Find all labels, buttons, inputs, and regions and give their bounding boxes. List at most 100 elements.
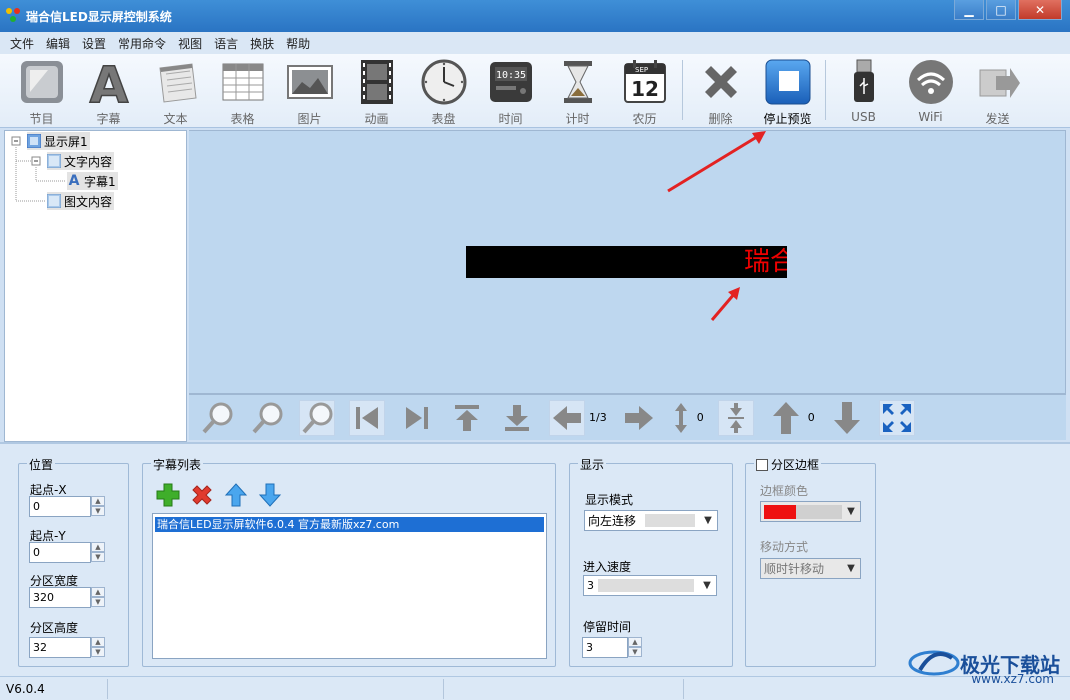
menu-language[interactable]: 语言 bbox=[214, 35, 238, 52]
zoom-fit-icon bbox=[302, 402, 333, 433]
zoom-fit-button[interactable] bbox=[299, 399, 335, 436]
move-top-button[interactable] bbox=[449, 400, 485, 436]
clock-dial-label: 表盘 bbox=[431, 112, 456, 126]
minimize-button[interactable]: ▁ bbox=[954, 0, 984, 20]
spin-down-icon[interactable]: ▼ bbox=[91, 552, 105, 562]
move-down-button[interactable] bbox=[829, 400, 865, 436]
tree-node-image-text[interactable]: 图文内容 bbox=[47, 192, 115, 210]
vertical-compress-button[interactable] bbox=[717, 399, 754, 436]
hourglass-button[interactable]: 计时 bbox=[544, 54, 611, 128]
menu-file[interactable]: 文件 bbox=[10, 35, 34, 52]
chevron-down-icon[interactable]: ▼ bbox=[842, 502, 860, 521]
border-color-select[interactable]: ▼ bbox=[760, 501, 861, 522]
height-label: 分区高度 bbox=[30, 621, 79, 635]
program-button[interactable]: 节目 bbox=[8, 54, 75, 128]
tree-node-screen[interactable]: 显示屏1 bbox=[27, 132, 90, 150]
chevron-down-icon[interactable]: ▼ bbox=[842, 559, 860, 578]
send-button[interactable]: 发送 bbox=[964, 54, 1031, 128]
stop-preview-button[interactable]: 停止预览 bbox=[754, 54, 821, 128]
animation-button[interactable]: 动画 bbox=[343, 54, 410, 128]
table-icon bbox=[217, 58, 269, 106]
zoom-in-button[interactable] bbox=[199, 400, 235, 436]
subtitle-list-item[interactable]: 瑞合信LED显示屏软件6.0.4 官方最新版xz7.com bbox=[155, 517, 544, 532]
menu-skin[interactable]: 换肤 bbox=[250, 35, 274, 52]
arrow-up-icon bbox=[772, 401, 799, 434]
wifi-button[interactable]: WiFi bbox=[897, 54, 964, 128]
spin-up-icon[interactable]: ▲ bbox=[628, 637, 642, 647]
text-button[interactable]: 文本 bbox=[142, 54, 209, 128]
spin-up-icon[interactable]: ▲ bbox=[91, 496, 105, 506]
menu-common-commands[interactable]: 常用命令 bbox=[118, 35, 166, 52]
move-mode-select[interactable]: 顺时针移动 ▼ bbox=[760, 558, 861, 579]
fullscreen-button[interactable] bbox=[878, 399, 915, 436]
calendar-button[interactable]: SEP 12 农历 bbox=[611, 54, 678, 128]
next-page-button[interactable] bbox=[621, 400, 657, 436]
spin-down-icon[interactable]: ▼ bbox=[91, 597, 105, 607]
chevron-down-icon[interactable]: ▼ bbox=[698, 576, 716, 595]
width-spinner[interactable]: 320 ▲ ▼ bbox=[29, 587, 105, 608]
window-title: 瑞合信LED显示屏控制系统 bbox=[26, 9, 172, 24]
svg-text:10:35: 10:35 bbox=[495, 70, 525, 81]
spin-up-icon[interactable]: ▲ bbox=[91, 542, 105, 552]
hourglass-icon bbox=[552, 58, 604, 106]
menu-settings[interactable]: 设置 bbox=[82, 35, 106, 52]
table-button[interactable]: 表格 bbox=[209, 54, 276, 128]
stay-time-value[interactable]: 3 bbox=[582, 637, 628, 658]
region-node-icon bbox=[47, 194, 61, 208]
close-button[interactable]: ✕ bbox=[1018, 0, 1062, 20]
display-group-title: 显示 bbox=[578, 456, 607, 473]
zoom-out-button[interactable] bbox=[249, 400, 285, 436]
picture-button[interactable]: 图片 bbox=[276, 54, 343, 128]
chevron-down-icon[interactable]: ▼ bbox=[699, 511, 717, 530]
maximize-button[interactable]: □ bbox=[986, 0, 1016, 20]
spin-up-icon[interactable]: ▲ bbox=[91, 637, 105, 647]
border-group-title: 分区边框 bbox=[771, 458, 820, 472]
menu-edit[interactable]: 编辑 bbox=[46, 35, 70, 52]
entry-speed-select[interactable]: 3 ▼ bbox=[583, 575, 717, 596]
menu-help[interactable]: 帮助 bbox=[286, 35, 310, 52]
border-group-header: 分区边框 bbox=[754, 456, 822, 473]
stay-time-spinner[interactable]: 3 ▲ ▼ bbox=[582, 637, 642, 658]
maximize-icon: □ bbox=[995, 2, 1007, 17]
start-x-value[interactable]: 0 bbox=[29, 496, 91, 517]
watermark: 极光下载站 www.xz7.com bbox=[908, 648, 1060, 686]
height-spinner[interactable]: 32 ▲ ▼ bbox=[29, 637, 105, 658]
last-page-button[interactable] bbox=[399, 400, 435, 436]
start-x-spinner[interactable]: 0 ▲ ▼ bbox=[29, 496, 105, 517]
subtitle-button[interactable]: A 字幕 bbox=[75, 54, 142, 128]
tree-image-text-label: 图文内容 bbox=[64, 194, 113, 209]
previous-page-button[interactable] bbox=[549, 399, 585, 436]
height-value[interactable]: 32 bbox=[29, 637, 91, 658]
start-y-spinner[interactable]: 0 ▲ ▼ bbox=[29, 542, 105, 563]
subtitle-listbox[interactable]: 瑞合信LED显示屏软件6.0.4 官方最新版xz7.com bbox=[152, 513, 547, 659]
add-subtitle-button[interactable] bbox=[155, 482, 181, 508]
move-subtitle-down-button[interactable] bbox=[257, 482, 283, 508]
move-up-button[interactable] bbox=[768, 400, 804, 436]
move-subtitle-up-button[interactable] bbox=[223, 482, 249, 508]
remove-subtitle-button[interactable] bbox=[189, 482, 215, 508]
spin-down-icon[interactable]: ▼ bbox=[91, 647, 105, 657]
tree-node-text-content[interactable]: 文字内容 bbox=[47, 152, 115, 170]
spin-down-icon[interactable]: ▼ bbox=[628, 647, 642, 657]
version-cell: V6.0.4 bbox=[0, 678, 108, 699]
spin-down-icon[interactable]: ▼ bbox=[91, 506, 105, 516]
vertical-stretch-button[interactable] bbox=[671, 400, 691, 436]
menu-view[interactable]: 视图 bbox=[178, 35, 202, 52]
width-value[interactable]: 320 bbox=[29, 587, 91, 608]
move-bottom-button[interactable] bbox=[499, 400, 535, 436]
preview-nav-bar: 1/3 0 0 bbox=[189, 394, 1066, 440]
move-bottom-icon bbox=[505, 404, 529, 431]
display-mode-select[interactable]: 向左连移 ▼ bbox=[584, 510, 718, 531]
border-checkbox[interactable] bbox=[756, 458, 768, 471]
usb-button[interactable]: USB bbox=[830, 54, 897, 128]
delete-button[interactable]: 删除 bbox=[687, 54, 754, 128]
spin-up-icon[interactable]: ▲ bbox=[91, 587, 105, 597]
zoom-in-icon bbox=[202, 402, 233, 433]
digital-time-button[interactable]: 10:35 时间 bbox=[477, 54, 544, 128]
start-y-value[interactable]: 0 bbox=[29, 542, 91, 563]
first-page-button[interactable] bbox=[349, 399, 385, 436]
clock-dial-button[interactable]: 表盘 bbox=[410, 54, 477, 128]
svg-text:12: 12 bbox=[631, 77, 659, 101]
move-top-icon bbox=[455, 404, 479, 431]
tree-node-subtitle[interactable]: A 字幕1 bbox=[67, 172, 118, 190]
